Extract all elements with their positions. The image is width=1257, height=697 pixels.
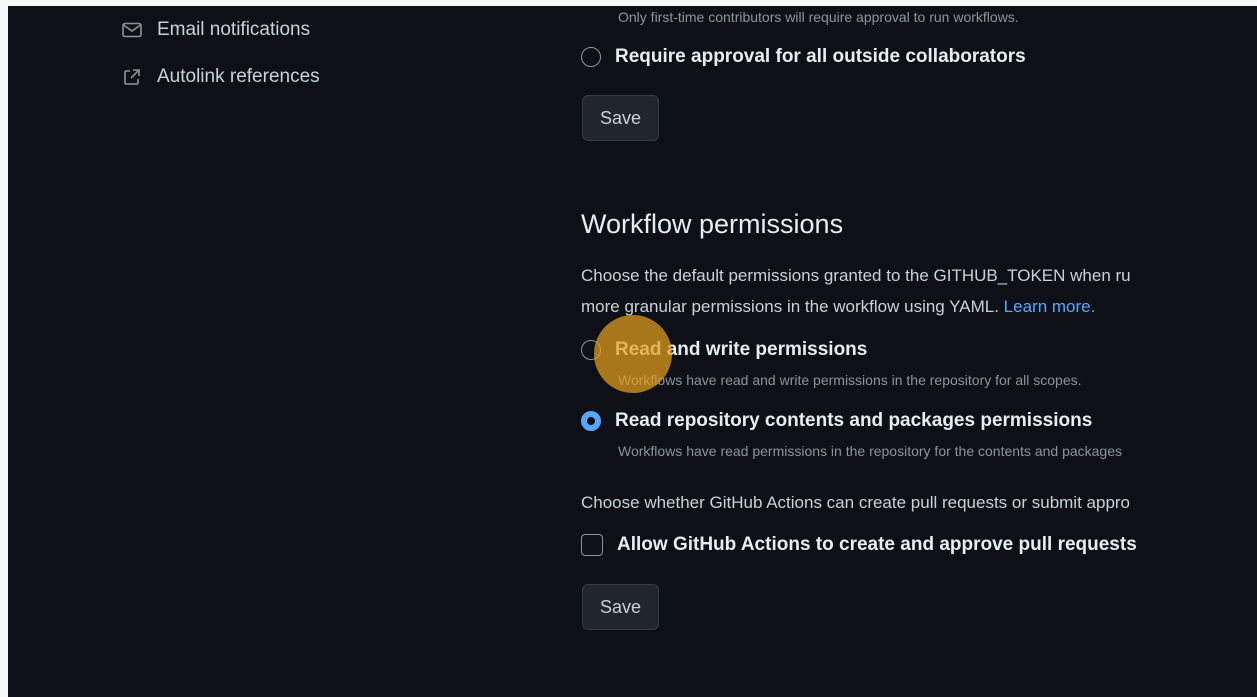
description-line-2: more granular permissions in the workflo… — [581, 297, 999, 316]
save-button-workflow-permissions[interactable]: Save — [582, 584, 660, 630]
radio-option-read-contents[interactable]: Read repository contents and packages pe… — [581, 410, 1092, 432]
sidebar-item-autolink-references[interactable]: Autolink references — [121, 66, 320, 88]
radio-button[interactable] — [581, 47, 601, 67]
sidebar-item-label: Autolink references — [157, 66, 320, 87]
save-button-fork-approval[interactable]: Save — [582, 95, 660, 141]
settings-page: Email notifications Autolink references … — [8, 6, 1257, 697]
radio-button[interactable] — [581, 340, 601, 360]
radio-option-require-approval-all[interactable]: Require approval for all outside collabo… — [581, 46, 1026, 68]
mail-icon — [121, 19, 143, 41]
radio-button-selected[interactable] — [581, 411, 601, 431]
radio-label: Read repository contents and packages pe… — [615, 410, 1093, 431]
radio-description: Workflows have read permissions in the r… — [618, 443, 1122, 459]
pr-permission-question: Choose whether GitHub Actions can create… — [581, 493, 1131, 512]
link-external-icon — [121, 66, 143, 88]
workflow-permissions-description: Choose the default permissions granted t… — [581, 260, 1131, 322]
checkbox[interactable] — [581, 534, 603, 556]
approval-note: Only first-time contributors will requir… — [618, 9, 1019, 25]
radio-label: Require approval for all outside collabo… — [615, 46, 1026, 67]
checkbox-label: Allow GitHub Actions to create and appro… — [617, 534, 1137, 555]
sidebar-item-email-notifications[interactable]: Email notifications — [121, 19, 310, 41]
radio-description: Workflows have read and write permission… — [618, 372, 1082, 388]
learn-more-link[interactable]: Learn more. — [1004, 297, 1096, 316]
sidebar-item-label: Email notifications — [157, 19, 311, 40]
radio-label: Read and write permissions — [615, 339, 868, 360]
section-title-workflow-permissions: Workflow permissions — [581, 209, 844, 239]
radio-option-read-write[interactable]: Read and write permissions — [581, 339, 867, 361]
description-line-1: Choose the default permissions granted t… — [581, 266, 1131, 285]
checkbox-allow-pr-creation[interactable]: Allow GitHub Actions to create and appro… — [581, 534, 1137, 556]
